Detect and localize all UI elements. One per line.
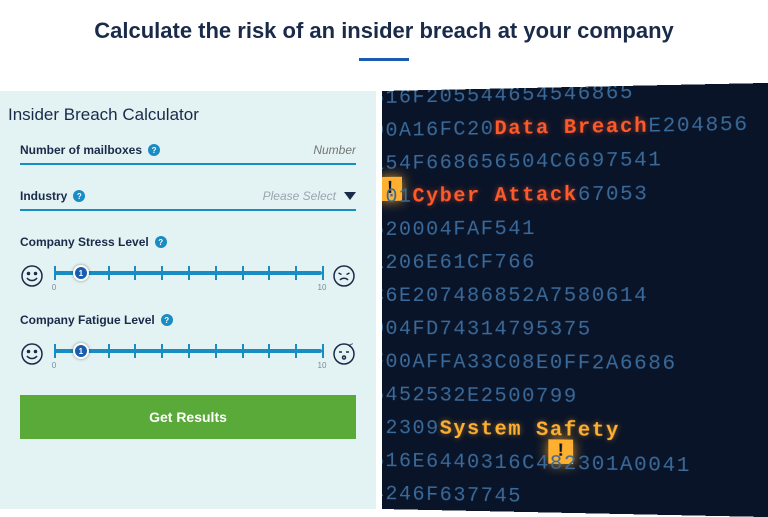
fatigue-field: Company Fatigue Level ? 0101 z z bbox=[20, 313, 356, 371]
chevron-down-icon bbox=[344, 192, 356, 200]
slider-thumb[interactable]: 1 bbox=[73, 265, 89, 281]
slider-thumb[interactable]: 1 bbox=[73, 343, 89, 359]
mailboxes-field: Number of mailboxes ? bbox=[20, 143, 356, 165]
stress-slider[interactable]: 0101 bbox=[54, 259, 322, 293]
main-content: Insider Breach Calculator Number of mail… bbox=[0, 91, 768, 509]
stressed-face-icon bbox=[332, 264, 356, 288]
help-icon[interactable]: ? bbox=[148, 144, 160, 156]
industry-field: Industry ? Please Select bbox=[20, 189, 356, 211]
page-title: Calculate the risk of an insider breach … bbox=[0, 18, 768, 44]
decorative-graphic: ! ! 616F20554465454686500A16FC20Data Bre… bbox=[382, 83, 768, 517]
stress-label: Company Stress Level ? bbox=[20, 235, 356, 249]
help-icon[interactable]: ? bbox=[73, 190, 85, 202]
happy-face-icon bbox=[20, 342, 44, 366]
calculator-panel: Insider Breach Calculator Number of mail… bbox=[0, 91, 376, 509]
fatigue-label: Company Fatigue Level ? bbox=[20, 313, 356, 327]
svg-text:z: z bbox=[351, 342, 353, 346]
calculator-title: Insider Breach Calculator bbox=[8, 105, 356, 125]
page-header: Calculate the risk of an insider breach … bbox=[0, 0, 768, 71]
get-results-button[interactable]: Get Results bbox=[20, 395, 356, 439]
mailboxes-input[interactable] bbox=[236, 143, 356, 157]
industry-select[interactable]: Please Select bbox=[263, 189, 356, 203]
help-icon[interactable]: ? bbox=[155, 236, 167, 248]
happy-face-icon bbox=[20, 264, 44, 288]
help-icon[interactable]: ? bbox=[161, 314, 173, 326]
stress-field: Company Stress Level ? 0101 bbox=[20, 235, 356, 293]
industry-label: Industry ? bbox=[20, 189, 85, 203]
fatigue-slider[interactable]: 0101 bbox=[54, 337, 322, 371]
mailboxes-label: Number of mailboxes ? bbox=[20, 143, 160, 157]
tired-face-icon: z z bbox=[332, 342, 356, 366]
title-divider bbox=[359, 58, 409, 61]
